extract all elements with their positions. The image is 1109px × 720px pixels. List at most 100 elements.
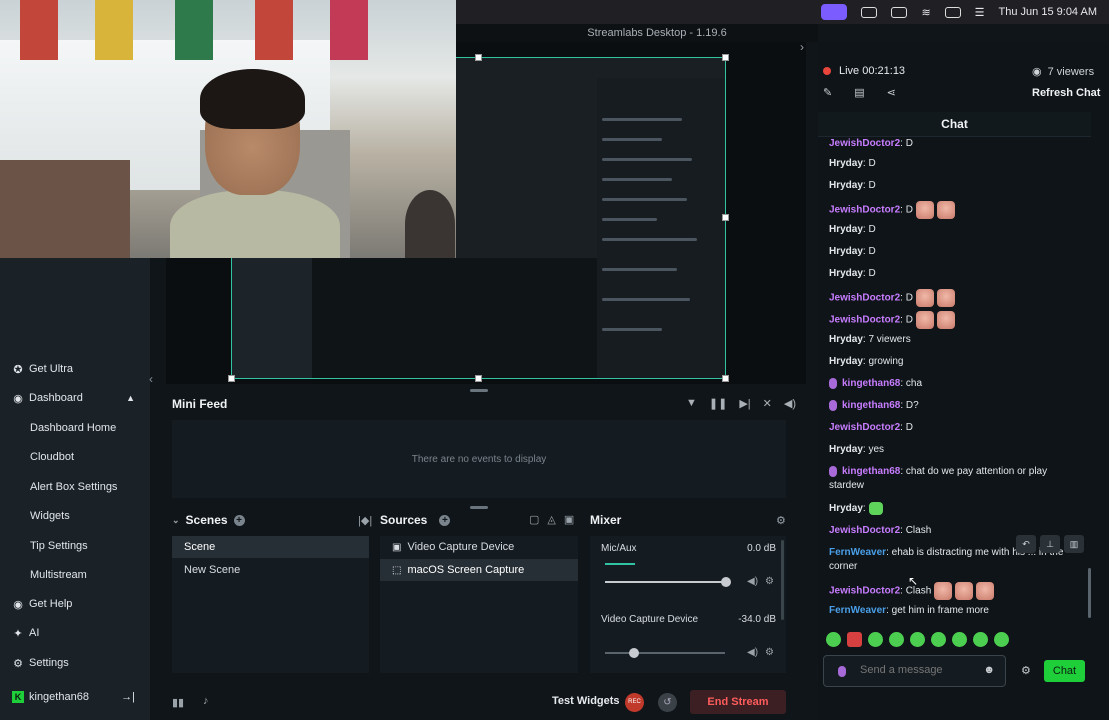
chat-input-box[interactable]: ☻	[823, 655, 1006, 687]
chat-username[interactable]: Hryday	[829, 224, 863, 235]
resize-handle[interactable]	[722, 54, 729, 61]
chat-username[interactable]: FernWeaver	[829, 605, 886, 616]
chat-username[interactable]: Hryday	[829, 268, 863, 279]
chat-message[interactable]: JewishDoctor2: D	[829, 201, 1084, 219]
notification-bell-icon[interactable]: ♪	[203, 695, 209, 707]
wifi-icon[interactable]: ≋	[921, 6, 930, 19]
pause-icon[interactable]: ❚❚	[709, 397, 727, 410]
chat-send-button[interactable]: Chat	[1044, 660, 1085, 682]
sidebar-item-dashboard[interactable]: ◉ Dashboard ▲	[0, 387, 150, 409]
folder-icon[interactable]: ▣	[564, 513, 574, 526]
chat-username[interactable]: Hryday	[829, 503, 863, 514]
channel-settings-icon[interactable]: ⚙	[765, 647, 774, 658]
sidebar-item-multistream[interactable]: Multistream	[0, 564, 150, 586]
channel-settings-icon[interactable]: ⚙	[765, 576, 774, 587]
chat-username[interactable]: Hryday	[829, 334, 863, 345]
source-item[interactable]: ⬚ macOS Screen Capture	[380, 559, 578, 581]
chat-username[interactable]: JewishDoctor2	[829, 422, 900, 433]
chat-username[interactable]: JewishDoctor2	[829, 205, 900, 216]
chevron-down-icon[interactable]: ⌄	[172, 515, 180, 526]
scene-transitions-icon[interactable]: |◆|	[358, 514, 372, 527]
add-scene-button[interactable]: +	[233, 514, 245, 526]
mute-alerts-icon[interactable]: ✕	[763, 397, 772, 410]
scene-item[interactable]: New Scene	[172, 559, 369, 581]
add-source-button[interactable]: +	[439, 514, 451, 526]
chat-input[interactable]	[860, 664, 980, 676]
sidebar-item-widgets[interactable]: Widgets	[0, 505, 150, 527]
chat-username[interactable]: kingethan68	[842, 400, 900, 411]
chat-message[interactable]: Hryday:	[829, 502, 1084, 516]
pin-icon[interactable]: ⊥	[1040, 535, 1060, 553]
chat-username[interactable]: Hryday	[829, 444, 863, 455]
battery-icon[interactable]	[944, 6, 961, 18]
performance-icon[interactable]: ▮▮	[172, 696, 184, 709]
resize-handle[interactable]	[722, 375, 729, 382]
skip-icon[interactable]: ▶|	[739, 397, 750, 410]
emote-icon[interactable]	[868, 632, 883, 647]
record-button[interactable]: REC	[625, 693, 644, 712]
chat-message[interactable]: FernWeaver: get him in frame more	[829, 604, 1084, 618]
emote-icon[interactable]	[826, 632, 841, 647]
volume-slider-track[interactable]	[605, 652, 725, 654]
chat-message[interactable]: Hryday: 7 viewers	[829, 333, 1084, 347]
chat-username[interactable]: JewishDoctor2	[829, 138, 900, 149]
resize-grip[interactable]	[470, 389, 488, 392]
chat-message[interactable]: JewishDoctor2: Clash	[829, 582, 1084, 600]
chat-username[interactable]: Hryday	[829, 356, 863, 367]
end-stream-button[interactable]: End Stream	[690, 690, 786, 714]
emoji-icon[interactable]: ☻	[983, 664, 995, 676]
chat-username[interactable]: JewishDoctor2	[829, 315, 900, 326]
refresh-chat-button[interactable]: Refresh Chat	[1032, 87, 1100, 99]
chat-message[interactable]: JewishDoctor2: D	[829, 421, 1084, 435]
sidebar-item-alert-box-settings[interactable]: Alert Box Settings	[0, 476, 150, 498]
mute-icon[interactable]: ◀)	[747, 647, 758, 658]
chat-settings-icon[interactable]: ⚙	[1021, 664, 1031, 677]
display-icon[interactable]	[891, 6, 908, 18]
chat-username[interactable]: JewishDoctor2	[829, 525, 900, 536]
source-filter-icon[interactable]: ◬	[547, 513, 555, 526]
chat-username[interactable]: JewishDoctor2	[829, 293, 900, 304]
chat-message[interactable]: Hryday: D	[829, 223, 1084, 237]
chat-message[interactable]: Hryday: D	[829, 157, 1084, 171]
source-item[interactable]: ▣ Video Capture Device	[380, 536, 578, 558]
chat-message[interactable]: kingethan68: cha	[829, 377, 1084, 391]
sidebar-item-ai[interactable]: ✦ AI	[0, 622, 150, 644]
sidebar-item-dashboard-home[interactable]: Dashboard Home	[0, 417, 150, 439]
reply-icon[interactable]: ↶	[1016, 535, 1036, 553]
chat-message[interactable]: kingethan68: D?	[829, 399, 1084, 413]
chat-message[interactable]: Hryday: yes	[829, 443, 1084, 457]
sidebar-user[interactable]: Kkingethan68 →|	[0, 686, 150, 708]
chat-message[interactable]: JewishDoctor2: D	[829, 137, 1084, 151]
resize-handle[interactable]	[475, 54, 482, 61]
emote-icon[interactable]	[973, 632, 988, 647]
emote-icon[interactable]	[931, 632, 946, 647]
chat-message[interactable]: Hryday: D	[829, 267, 1084, 281]
chat-message[interactable]: JewishDoctor2: D	[829, 311, 1084, 329]
replay-buffer-button[interactable]: ↺	[658, 693, 677, 712]
volume-slider-knob[interactable]	[629, 648, 639, 658]
chat-username[interactable]: Hryday	[829, 246, 863, 257]
chat-message[interactable]: JewishDoctor2: D	[829, 289, 1084, 307]
stream-info-icon[interactable]: ▤	[854, 86, 864, 99]
sidebar-item-cloudbot[interactable]: Cloudbot	[0, 446, 150, 468]
emote-icon[interactable]	[910, 632, 925, 647]
chat-username[interactable]: kingethan68	[842, 378, 900, 389]
scene-item[interactable]: Scene	[172, 536, 369, 558]
streamlabs-menu-icon[interactable]	[821, 4, 848, 20]
chat-username[interactable]: Hryday	[829, 158, 863, 169]
sidebar-item-tip-settings[interactable]: Tip Settings	[0, 535, 150, 557]
tab-chat[interactable]: Chat	[818, 112, 1091, 137]
filter-icon[interactable]: ▼	[686, 397, 697, 410]
volume-slider-knob[interactable]	[721, 577, 731, 587]
chevron-right-icon[interactable]: ›	[800, 40, 804, 54]
control-center-icon[interactable]: ☰	[975, 6, 985, 19]
chat-scrollbar[interactable]	[1088, 568, 1091, 618]
mixer-settings-icon[interactable]: ⚙	[776, 514, 786, 527]
creative-cloud-icon[interactable]	[861, 6, 878, 18]
emote-icon[interactable]	[889, 632, 904, 647]
edit-icon[interactable]: ✎	[823, 86, 832, 99]
chat-username[interactable]: kingethan68	[842, 466, 900, 477]
sidebar-item-settings[interactable]: ⚙ Settings	[0, 652, 150, 674]
sidebar-item-get-ultra[interactable]: ✪ Get Ultra	[0, 358, 150, 380]
resize-grip[interactable]	[470, 506, 488, 509]
